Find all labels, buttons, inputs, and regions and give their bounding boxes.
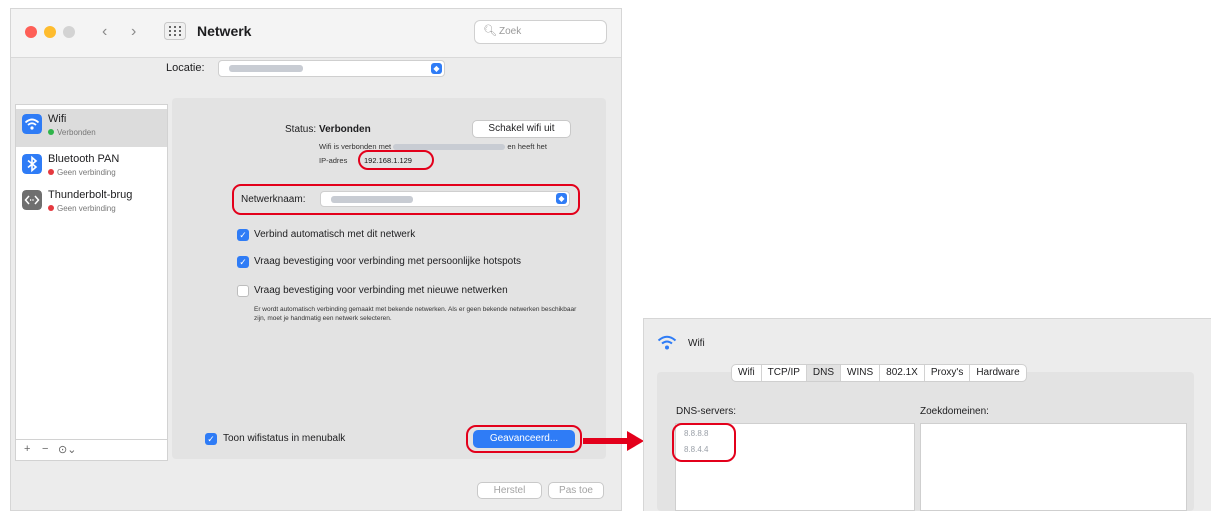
revert-button[interactable]: Herstel — [477, 482, 542, 499]
service-name: Wifi — [48, 113, 67, 125]
location-select[interactable]: ◆ — [218, 60, 445, 77]
show-wifi-status-checkbox[interactable]: ✓ — [205, 433, 217, 445]
service-status: Verbonden — [48, 128, 96, 137]
show-all-grid-icon[interactable] — [164, 22, 186, 40]
location-label: Locatie: — [166, 62, 205, 74]
location-value-blurred — [229, 65, 303, 72]
add-service-button[interactable]: + — [24, 443, 30, 455]
ask-hotspots-checkbox[interactable]: ✓ — [237, 256, 249, 268]
sidebar-toolbar: + − ⊙⌄ — [16, 439, 167, 460]
status-dot-icon — [48, 129, 54, 135]
tab-8021x[interactable]: 802.1X — [880, 365, 925, 381]
search-placeholder: Zoek — [499, 26, 522, 37]
zoom-window-button[interactable] — [63, 26, 75, 38]
title-bar: ‹ › Netwerk 🔍︎ Zoek — [11, 9, 621, 58]
wifi-icon — [22, 114, 42, 134]
toggle-wifi-button[interactable]: Schakel wifi uit — [472, 120, 571, 138]
window-title: Netwerk — [197, 23, 252, 39]
tab-tcpip[interactable]: TCP/IP — [762, 365, 807, 381]
network-name-stepper-icon: ◆ — [556, 193, 567, 204]
status-dot-icon — [48, 205, 54, 211]
service-item-thunderbolt-bridge[interactable]: Thunderbolt-brug Geen verbinding — [16, 185, 167, 223]
tab-hardware[interactable]: Hardware — [970, 365, 1025, 381]
red-arrow-icon — [583, 431, 644, 451]
explanation-text: Er wordt automatisch verbinding gemaakt … — [254, 306, 577, 322]
back-chevron-icon[interactable]: ‹ — [102, 23, 107, 41]
tab-proxies[interactable]: Proxy's — [925, 365, 971, 381]
ip-address-highlight — [358, 150, 434, 170]
tab-dns[interactable]: DNS — [806, 365, 842, 381]
apply-button[interactable]: Pas toe — [548, 482, 604, 499]
location-stepper-icon: ◆ — [431, 63, 442, 74]
search-field[interactable]: 🔍︎ Zoek — [474, 20, 607, 44]
network-name-select[interactable]: ◆ — [320, 191, 570, 207]
bluetooth-icon — [22, 154, 42, 174]
status-dot-icon — [48, 169, 54, 175]
status-label: Status: — [285, 124, 317, 135]
ask-new-networks-checkbox[interactable] — [237, 285, 249, 297]
forward-chevron-icon[interactable]: › — [131, 23, 136, 41]
service-status: Geen verbinding — [48, 168, 116, 177]
service-item-bluetooth-pan[interactable]: Bluetooth PAN Geen verbinding — [16, 149, 167, 187]
service-name: Thunderbolt-brug — [48, 189, 133, 201]
service-name: Bluetooth PAN — [48, 153, 120, 165]
minimize-window-button[interactable] — [44, 26, 56, 38]
dns-servers-highlight — [672, 423, 736, 462]
action-menu-button[interactable]: ⊙⌄ — [58, 443, 76, 456]
ask-hotspots-label: Vraag bevestiging voor verbinding met pe… — [254, 256, 522, 267]
advanced-highlight — [466, 425, 582, 453]
search-icon: 🔍︎ — [483, 25, 497, 37]
network-name-label: Netwerknaam: — [241, 194, 306, 205]
advanced-tab-bar: Wifi TCP/IP DNS WINS 802.1X Proxy's Hard… — [731, 364, 1027, 382]
service-list: Wifi Verbonden Bluetooth PAN Geen verbin… — [15, 104, 168, 461]
advanced-window-title: Wifi — [688, 338, 705, 349]
search-domains-list[interactable] — [920, 423, 1187, 511]
status-value: Verbonden — [319, 124, 371, 135]
auto-join-checkbox[interactable]: ✓ — [237, 229, 249, 241]
ip-label: IP-adres — [319, 156, 348, 165]
info-line-1: Wifi is verbonden met en heeft het — [319, 142, 547, 151]
ask-new-networks-label: Vraag bevestiging voor verbinding met ni… — [254, 285, 508, 296]
service-item-wifi[interactable]: Wifi Verbonden — [16, 109, 167, 147]
network-name-select-blurred — [331, 196, 413, 203]
tab-wins[interactable]: WINS — [841, 365, 881, 381]
show-wifi-status-label: Toon wifistatus in menubalk — [223, 433, 346, 444]
wifi-icon — [657, 335, 677, 350]
thunderbolt-bridge-icon — [22, 190, 42, 210]
dns-servers-label: DNS-servers: — [676, 406, 737, 417]
auto-join-label: Verbind automatisch met dit netwerk — [254, 229, 416, 240]
close-window-button[interactable] — [25, 26, 37, 38]
remove-service-button[interactable]: − — [42, 443, 48, 455]
search-domains-label: Zoekdomeinen: — [920, 406, 989, 417]
tab-wifi[interactable]: Wifi — [732, 365, 762, 381]
service-status: Geen verbinding — [48, 204, 116, 213]
